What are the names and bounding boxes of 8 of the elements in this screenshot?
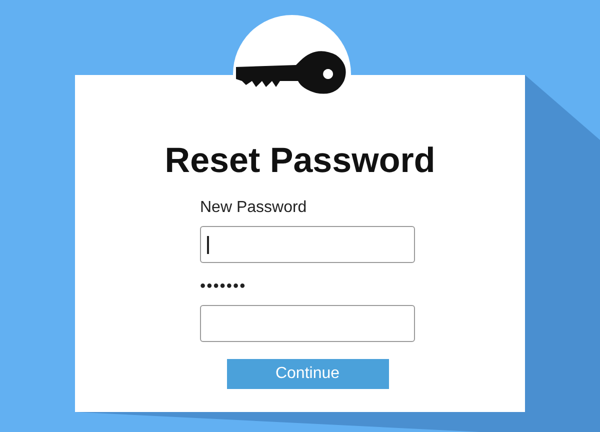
page-title: Reset Password bbox=[164, 141, 436, 181]
field-label: New Password bbox=[200, 199, 308, 217]
text-caret bbox=[207, 236, 209, 254]
input-field[interactable] bbox=[200, 305, 415, 342]
continue-button[interactable]: Continue bbox=[226, 359, 388, 389]
key-icon bbox=[236, 51, 348, 97]
field-label: ••••••• bbox=[200, 278, 248, 296]
input-field[interactable] bbox=[200, 226, 415, 263]
